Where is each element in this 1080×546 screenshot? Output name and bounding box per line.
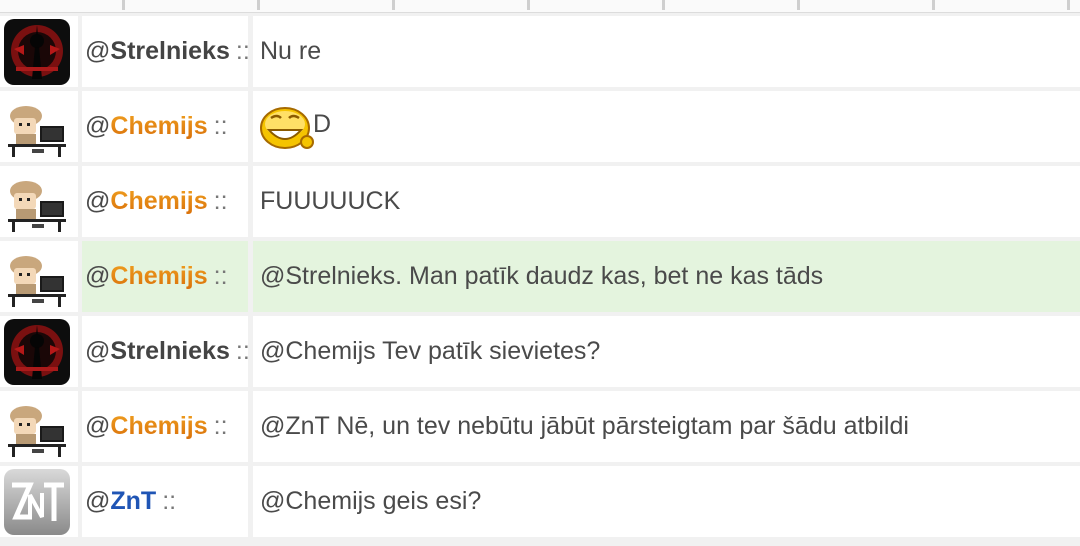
tab-divider	[527, 0, 530, 10]
username-cell: @Strelnieks::	[82, 316, 250, 387]
username-line: @Chemijs::	[85, 391, 228, 462]
username-line: @ZnT::	[85, 466, 176, 537]
tab-divider	[257, 0, 260, 10]
message-text: @Strelnieks. Man patīk daudz kas, bet ne…	[260, 262, 824, 290]
mention-prefix: @	[85, 187, 111, 215]
tab-divider	[392, 0, 395, 10]
chat-message-row: @ZnT:: @Chemijs geis esi?	[0, 466, 1080, 537]
message-text: D	[313, 110, 332, 138]
chat-message-row: @Strelnieks:: Nu re	[0, 16, 1080, 87]
avatar-cell	[0, 466, 78, 537]
name-separator: ::	[235, 37, 250, 65]
mention-prefix: @	[85, 262, 111, 290]
name-separator: ::	[213, 187, 228, 215]
username-cell: @Chemijs::	[82, 166, 248, 237]
avatar-cell	[0, 316, 78, 387]
username-line: @Strelnieks::	[85, 16, 250, 87]
message-text: @Chemijs geis esi?	[260, 487, 482, 515]
username-line: @Strelnieks::	[85, 316, 250, 387]
username-line: @Chemijs::	[85, 241, 228, 312]
username-cell: @ZnT::	[82, 466, 248, 537]
mention-prefix: @	[85, 37, 111, 65]
username-link[interactable]: Strelnieks	[110, 337, 230, 365]
chemijs-avatar[interactable]	[4, 94, 70, 160]
avatar-cell	[0, 391, 78, 462]
message-text: FUUUUUCK	[260, 187, 401, 215]
username-link[interactable]: Chemijs	[110, 412, 207, 440]
avatar-cell	[0, 91, 78, 162]
name-separator: ::	[213, 262, 228, 290]
tab-divider	[122, 0, 125, 10]
username-cell: @Chemijs::	[82, 391, 248, 462]
chemijs-avatar[interactable]	[4, 394, 70, 460]
chat-message-list: @Strelnieks:: Nu re @Chemijs:: D @Chemij…	[0, 16, 1080, 541]
tab-divider	[932, 0, 935, 10]
top-tab-strip	[0, 0, 1080, 13]
message-cell: @Chemijs geis esi?	[253, 466, 1080, 537]
grin-emoji	[259, 104, 315, 152]
tab-divider	[797, 0, 800, 10]
chemijs-avatar[interactable]	[4, 169, 70, 235]
tab-divider	[662, 0, 665, 10]
chat-message-row: @Strelnieks:: @Chemijs Tev patīk sieviete…	[0, 316, 1080, 387]
message-text: @ZnT Nē, un tev nebūtu jābūt pārsteigtam…	[260, 412, 909, 440]
avatar-cell	[0, 241, 78, 312]
message-cell: @Chemijs Tev patīk sievietes?	[253, 316, 1080, 387]
chat-message-row: @Chemijs:: @Strelnieks. Man patīk daudz k…	[0, 241, 1080, 312]
username-link[interactable]: Chemijs	[110, 187, 207, 215]
strelnieks-avatar[interactable]	[4, 19, 70, 85]
chat-message-row: @Chemijs:: FUUUUUCK	[0, 166, 1080, 237]
message-text: Nu re	[260, 37, 322, 65]
tab-divider	[1067, 0, 1070, 10]
message-cell: @Strelnieks. Man patīk daudz kas, bet ne…	[253, 241, 1080, 312]
message-cell: Nu re	[253, 16, 1080, 87]
username-line: @Chemijs::	[85, 166, 228, 237]
chat-message-row: @Chemijs:: @ZnT Nē, un tev nebūtu jābūt p…	[0, 391, 1080, 462]
name-separator: ::	[162, 487, 177, 515]
chat-message-row: @Chemijs:: D	[0, 91, 1080, 162]
message-text: @Chemijs Tev patīk sievietes?	[260, 337, 601, 365]
avatar-cell	[0, 16, 78, 87]
username-link[interactable]: ZnT	[110, 487, 156, 515]
mention-prefix: @	[85, 337, 111, 365]
username-cell: @Chemijs::	[82, 241, 248, 312]
name-separator: ::	[235, 337, 250, 365]
username-line: @Chemijs::	[85, 91, 228, 162]
name-separator: ::	[213, 412, 228, 440]
mention-prefix: @	[85, 412, 111, 440]
name-separator: ::	[213, 112, 228, 140]
username-link[interactable]: Strelnieks	[110, 37, 230, 65]
strelnieks-avatar[interactable]	[4, 319, 70, 385]
message-cell: D	[253, 91, 1080, 162]
chemijs-avatar[interactable]	[4, 244, 70, 310]
message-cell: FUUUUUCK	[253, 166, 1080, 237]
message-cell: @ZnT Nē, un tev nebūtu jābūt pārsteigtam…	[253, 391, 1080, 462]
username-link[interactable]: Chemijs	[110, 112, 207, 140]
avatar-cell	[0, 166, 78, 237]
mention-prefix: @	[85, 487, 111, 515]
znt-avatar[interactable]	[4, 469, 70, 535]
username-link[interactable]: Chemijs	[110, 262, 207, 290]
username-cell: @Chemijs::	[82, 91, 248, 162]
mention-prefix: @	[85, 112, 111, 140]
username-cell: @Strelnieks::	[82, 16, 250, 87]
